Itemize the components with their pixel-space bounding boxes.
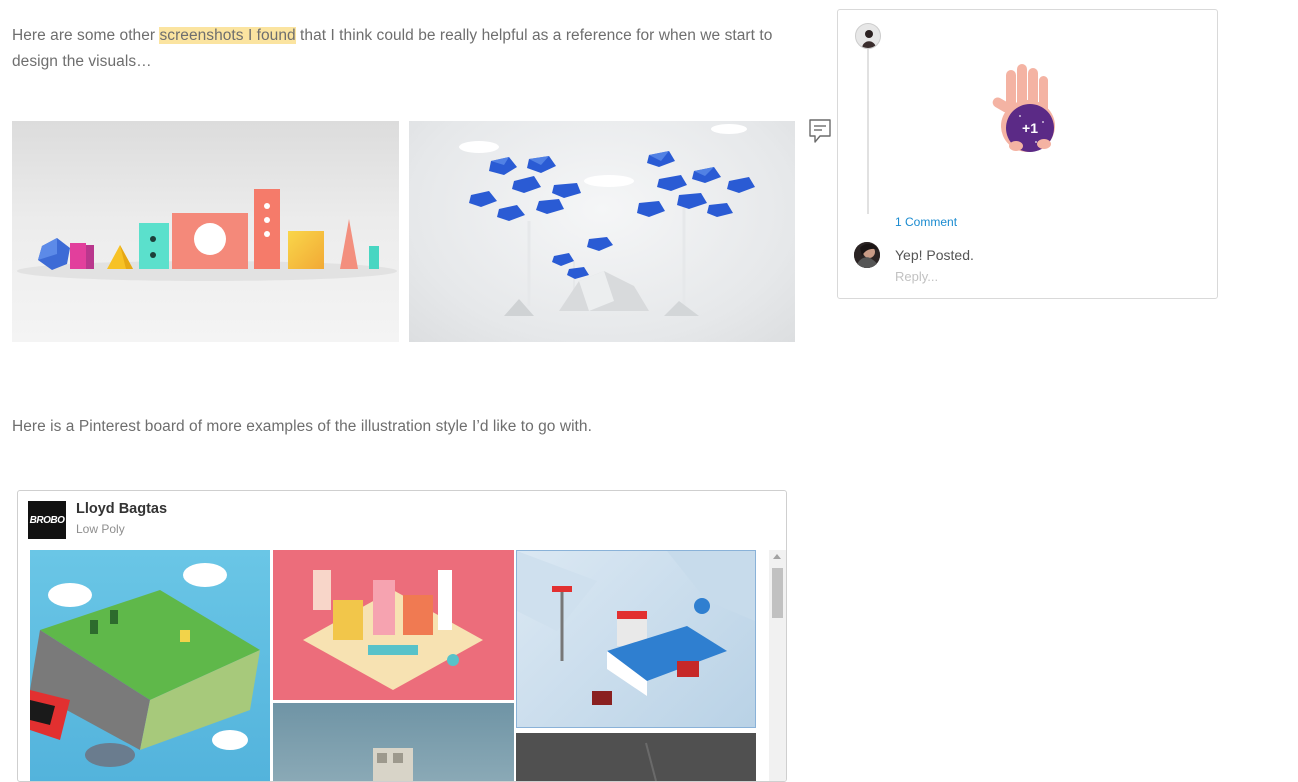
- comment-text: Yep! Posted.: [895, 247, 974, 263]
- geometric-shapes-illustration: [17, 189, 397, 281]
- low-poly-trees-illustration: [459, 124, 755, 316]
- scrollbar-thumb[interactable]: [772, 568, 783, 618]
- pin-image[interactable]: [516, 550, 756, 728]
- pinterest-intro-paragraph: Here is a Pinterest board of more exampl…: [12, 418, 592, 435]
- comment-count-link[interactable]: 1 Comment: [895, 215, 957, 229]
- pin-image[interactable]: [30, 550, 270, 781]
- scroll-up-arrow-icon[interactable]: [773, 554, 781, 559]
- author-avatar[interactable]: [855, 23, 881, 49]
- board-name[interactable]: Low Poly: [76, 522, 125, 536]
- thread-line: [867, 46, 869, 214]
- comment-bubble-icon[interactable]: [808, 118, 832, 146]
- pin-image[interactable]: [273, 703, 514, 781]
- clap-hand-icon[interactable]: +1: [988, 62, 1068, 154]
- paragraph-text-start: Here are some other: [12, 27, 160, 44]
- comment-panel: +1 1 Comment Yep! Posted. Reply...: [837, 9, 1218, 299]
- geometric-shapes-image[interactable]: [12, 121, 399, 342]
- commenter-avatar[interactable]: [854, 242, 880, 268]
- reply-input[interactable]: Reply...: [895, 269, 938, 284]
- pinterest-board-widget[interactable]: BROBO Lloyd Bagtas Low Poly: [17, 490, 787, 782]
- pin-grid-scrollbar[interactable]: [769, 550, 786, 781]
- pin-image[interactable]: [516, 733, 756, 781]
- low-poly-trees-image[interactable]: [409, 121, 795, 342]
- board-owner-name[interactable]: Lloyd Bagtas: [76, 501, 167, 517]
- pin-image[interactable]: [273, 550, 514, 700]
- board-owner-logo[interactable]: BROBO: [28, 501, 66, 539]
- reference-paragraph: Here are some other screenshots I found …: [12, 23, 812, 75]
- clap-badge-text: +1: [1022, 120, 1038, 136]
- highlighted-text[interactable]: screenshots I found: [159, 27, 296, 44]
